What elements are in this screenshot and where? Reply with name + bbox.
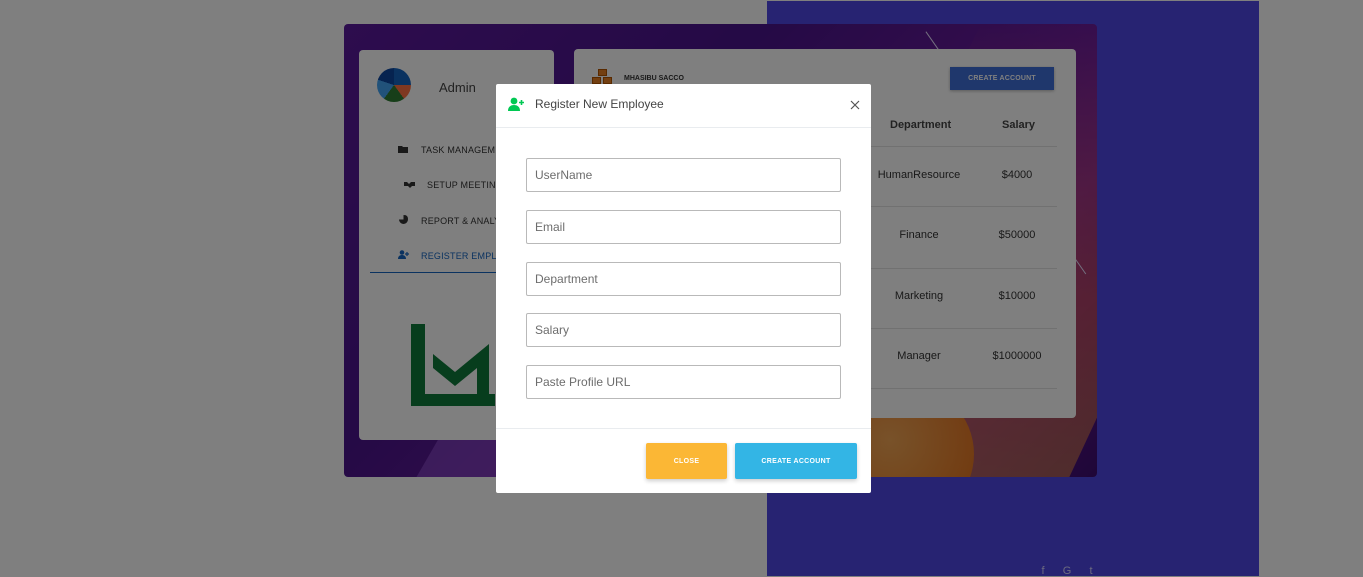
register-employee-modal: Register New Employee CLOSE CREATE ACCOU… <box>496 84 871 493</box>
username-field[interactable] <box>526 158 841 192</box>
profile-url-field[interactable] <box>526 365 841 399</box>
create-account-submit-button[interactable]: CREATE ACCOUNT <box>735 443 857 479</box>
close-button[interactable]: CLOSE <box>646 443 727 479</box>
close-icon[interactable] <box>848 98 862 112</box>
user-plus-icon <box>508 97 524 111</box>
modal-title: Register New Employee <box>535 97 664 111</box>
modal-footer-divider <box>496 428 871 429</box>
email-field[interactable] <box>526 210 841 244</box>
department-field[interactable] <box>526 262 841 296</box>
modal-header: Register New Employee <box>496 84 871 128</box>
salary-field[interactable] <box>526 313 841 347</box>
